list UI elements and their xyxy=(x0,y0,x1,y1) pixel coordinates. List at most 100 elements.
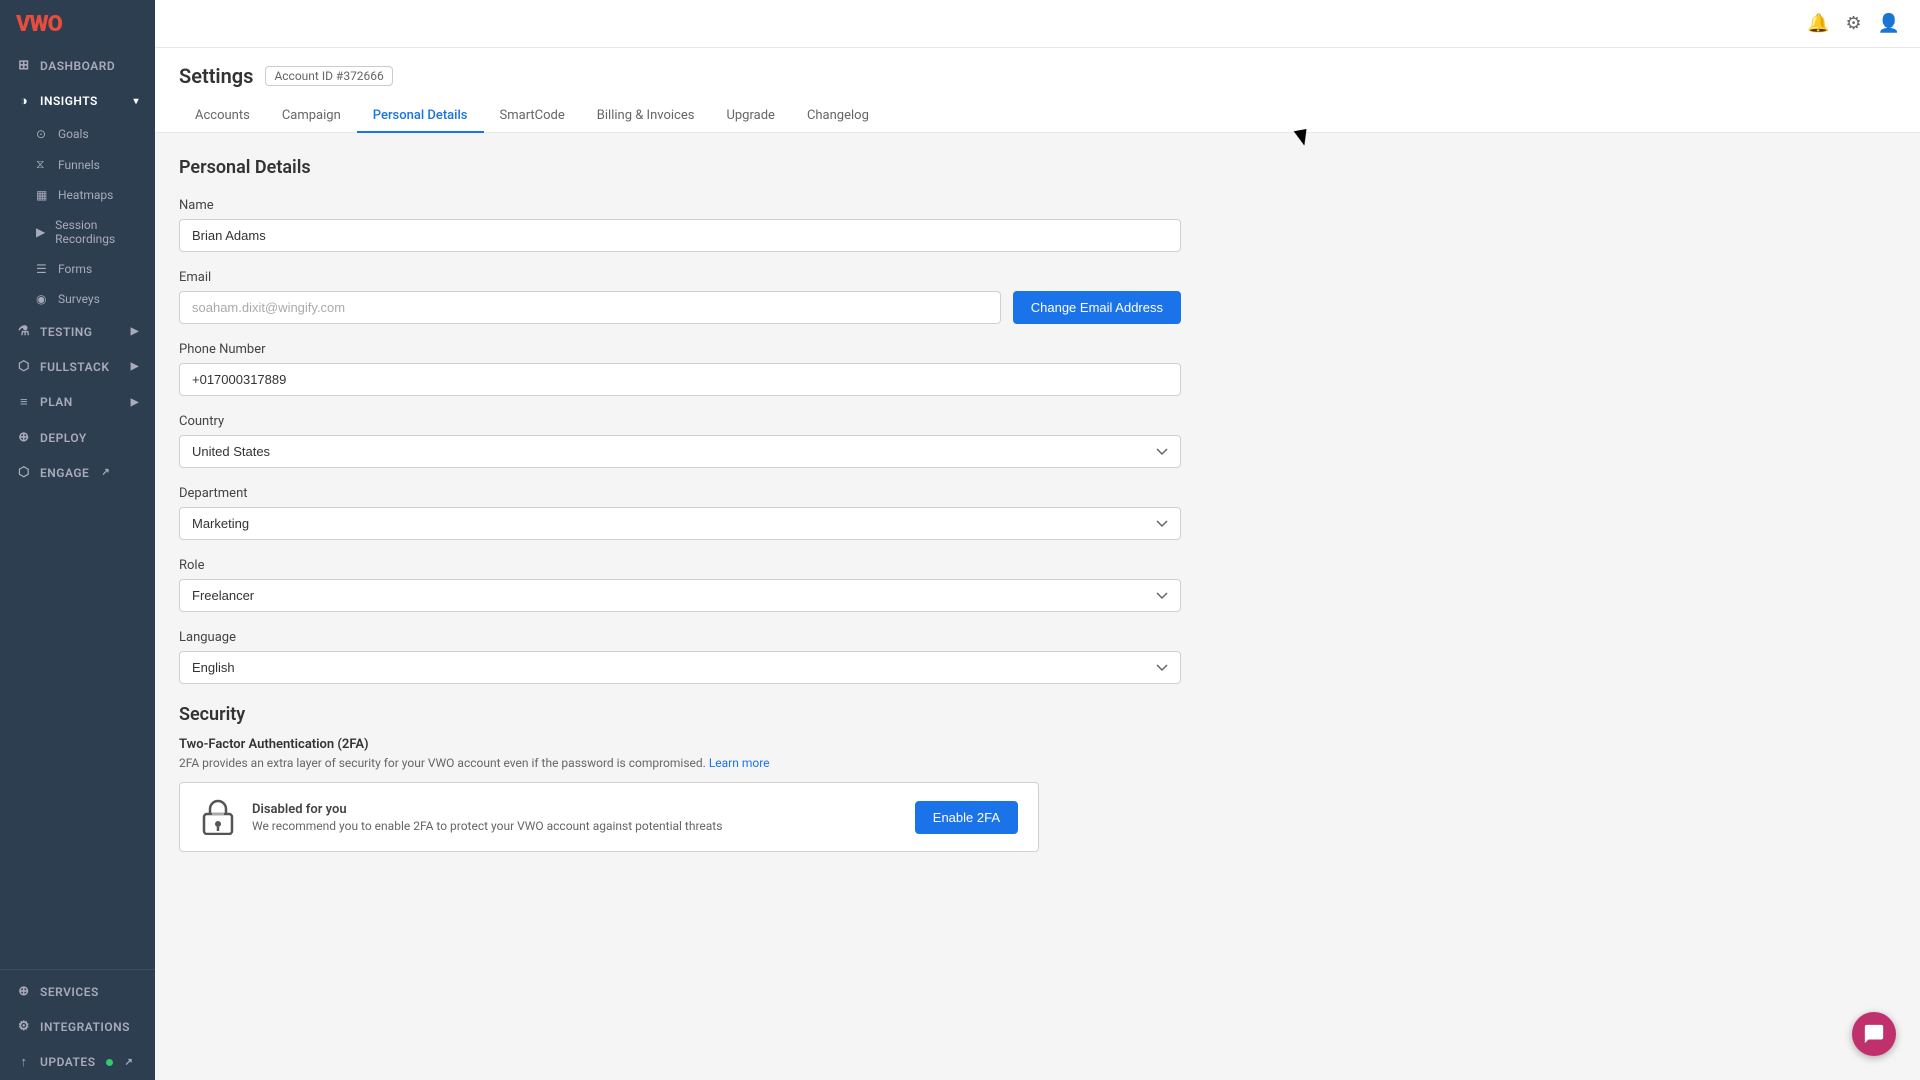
vwo-logo-text: VWO xyxy=(16,12,62,37)
name-label: Name xyxy=(179,198,1181,213)
name-input[interactable] xyxy=(179,219,1181,252)
email-row: Change Email Address xyxy=(179,291,1181,324)
sidebar: VWO ⊞ DASHBOARD ◑ INSIGHTS ▾ ⊙ Goals ⧖ F… xyxy=(0,0,155,1080)
plan-icon: ≡ xyxy=(16,394,32,410)
twofa-status-desc: We recommend you to enable 2FA to protec… xyxy=(252,819,899,833)
sidebar-label-updates: UPDATES xyxy=(40,1055,96,1069)
department-select[interactable]: Marketing Engineering Sales Product Desi… xyxy=(179,507,1181,540)
engage-external-icon: ↗ xyxy=(101,467,110,478)
sidebar-label-testing: TESTING xyxy=(40,325,92,339)
sidebar-item-heatmaps[interactable]: ▦ Heatmaps xyxy=(0,180,155,210)
phone-input[interactable] xyxy=(179,363,1181,396)
settings-icon[interactable]: ⚙ xyxy=(1845,13,1861,34)
department-field-group: Department Marketing Engineering Sales P… xyxy=(179,486,1181,540)
sidebar-item-funnels[interactable]: ⧖ Funnels xyxy=(0,149,155,180)
sidebar-item-surveys[interactable]: ◉ Surveys xyxy=(0,284,155,314)
sidebar-item-forms[interactable]: ☰ Forms xyxy=(0,254,155,284)
sidebar-item-fullstack[interactable]: ⬡ FULLSTACK ▶ xyxy=(0,349,155,384)
chat-button[interactable] xyxy=(1852,1012,1896,1056)
fullstack-chevron: ▶ xyxy=(131,361,139,372)
country-label: Country xyxy=(179,414,1181,429)
sidebar-item-goals[interactable]: ⊙ Goals xyxy=(0,119,155,149)
country-field-group: Country United States United Kingdom Ind… xyxy=(179,414,1181,468)
testing-icon: ⚗ xyxy=(16,324,32,339)
notifications-icon[interactable]: 🔔 xyxy=(1807,13,1829,34)
security-section-title: Security xyxy=(179,704,1181,725)
personal-details-section-title: Personal Details xyxy=(179,157,1181,178)
main-content: 🔔 ⚙ 👤 Settings Account ID #372666 Accoun… xyxy=(155,0,1920,1080)
plan-chevron: ▶ xyxy=(131,397,139,408)
tab-upgrade[interactable]: Upgrade xyxy=(710,100,790,133)
sidebar-label-dashboard: DASHBOARD xyxy=(40,59,115,73)
sidebar-label-heatmaps: Heatmaps xyxy=(58,188,113,202)
sidebar-label-forms: Forms xyxy=(58,262,92,276)
learn-more-link[interactable]: Learn more xyxy=(709,756,770,770)
tab-accounts[interactable]: Accounts xyxy=(179,100,266,133)
security-section: Security Two-Factor Authentication (2FA)… xyxy=(179,704,1181,852)
tab-personal-details[interactable]: Personal Details xyxy=(357,100,484,133)
tab-campaign[interactable]: Campaign xyxy=(266,100,357,133)
updates-icon: ↑ xyxy=(16,1054,32,1070)
session-recordings-icon: ▶ xyxy=(36,225,47,239)
email-label: Email xyxy=(179,270,1181,285)
sidebar-item-plan[interactable]: ≡ PLAN ▶ xyxy=(0,384,155,420)
enable-2fa-button[interactable]: Enable 2FA xyxy=(915,801,1018,834)
updates-external-icon: ↗ xyxy=(125,1057,134,1068)
sidebar-label-funnels: Funnels xyxy=(58,158,100,172)
settings-title-row: Settings Account ID #372666 xyxy=(179,64,1896,88)
testing-chevron: ▶ xyxy=(131,326,139,337)
role-select[interactable]: Freelancer Developer Manager Designer An… xyxy=(179,579,1181,612)
twofa-status-title: Disabled for you xyxy=(252,802,899,817)
engage-icon: ⬡ xyxy=(16,465,32,480)
user-icon[interactable]: 👤 xyxy=(1878,13,1900,34)
tab-billing[interactable]: Billing & Invoices xyxy=(581,100,711,133)
country-select[interactable]: United States United Kingdom India Canad… xyxy=(179,435,1181,468)
settings-tabs: Accounts Campaign Personal Details Smart… xyxy=(179,100,1896,132)
heatmaps-icon: ▦ xyxy=(36,188,50,202)
change-email-button[interactable]: Change Email Address xyxy=(1013,291,1181,324)
sidebar-bottom: ⊕ SERVICES ⚙ INTEGRATIONS ↑ UPDATES ↗ xyxy=(0,965,155,1080)
sidebar-label-surveys: Surveys xyxy=(58,292,100,306)
sidebar-label-plan: PLAN xyxy=(40,395,73,409)
phone-field-group: Phone Number xyxy=(179,342,1181,396)
sidebar-item-session-recordings[interactable]: ▶ Session Recordings xyxy=(0,210,155,254)
twofa-label: Two-Factor Authentication (2FA) xyxy=(179,737,1181,752)
sidebar-item-deploy[interactable]: ⊕ DEPLOY xyxy=(0,420,155,455)
role-field-group: Role Freelancer Developer Manager Design… xyxy=(179,558,1181,612)
sidebar-label-session-recordings: Session Recordings xyxy=(55,218,139,246)
sidebar-label-fullstack: FULLSTACK xyxy=(40,360,109,374)
language-label: Language xyxy=(179,630,1181,645)
sidebar-item-updates[interactable]: ↑ UPDATES ↗ xyxy=(0,1044,155,1080)
language-select[interactable]: English French German Spanish Portuguese xyxy=(179,651,1181,684)
sidebar-item-dashboard[interactable]: ⊞ DASHBOARD xyxy=(0,48,155,83)
sidebar-item-engage[interactable]: ⬡ ENGAGE ↗ xyxy=(0,455,155,490)
email-input[interactable] xyxy=(179,291,1001,324)
tab-changelog[interactable]: Changelog xyxy=(791,100,885,133)
twofa-status: Disabled for you We recommend you to ena… xyxy=(252,802,899,833)
sidebar-item-services[interactable]: ⊕ SERVICES xyxy=(0,974,155,1009)
fullstack-icon: ⬡ xyxy=(16,359,32,374)
integrations-icon: ⚙ xyxy=(16,1019,32,1034)
insights-chevron: ▾ xyxy=(133,96,139,107)
twofa-box: Disabled for you We recommend you to ena… xyxy=(179,782,1039,852)
role-label: Role xyxy=(179,558,1181,573)
sidebar-item-insights[interactable]: ◑ INSIGHTS ▾ xyxy=(0,83,155,119)
dashboard-icon: ⊞ xyxy=(16,58,32,73)
surveys-icon: ◉ xyxy=(36,292,50,306)
settings-title: Settings xyxy=(179,64,253,88)
lock-icon xyxy=(202,799,234,835)
services-icon: ⊕ xyxy=(16,984,32,999)
updates-dot xyxy=(106,1059,113,1066)
tab-smartcode[interactable]: SmartCode xyxy=(484,100,581,133)
sidebar-item-testing[interactable]: ⚗ TESTING ▶ xyxy=(0,314,155,349)
sidebar-item-integrations[interactable]: ⚙ INTEGRATIONS xyxy=(0,1009,155,1044)
email-field-group: Email Change Email Address xyxy=(179,270,1181,324)
form-area: Personal Details Name Email Change Email… xyxy=(155,133,1205,876)
phone-label: Phone Number xyxy=(179,342,1181,357)
chat-icon xyxy=(1863,1023,1885,1045)
sidebar-label-insights: INSIGHTS xyxy=(40,94,98,108)
language-field-group: Language English French German Spanish P… xyxy=(179,630,1181,684)
deploy-icon: ⊕ xyxy=(16,430,32,445)
topbar: 🔔 ⚙ 👤 xyxy=(155,0,1920,48)
settings-header: Settings Account ID #372666 Accounts Cam… xyxy=(155,48,1920,133)
